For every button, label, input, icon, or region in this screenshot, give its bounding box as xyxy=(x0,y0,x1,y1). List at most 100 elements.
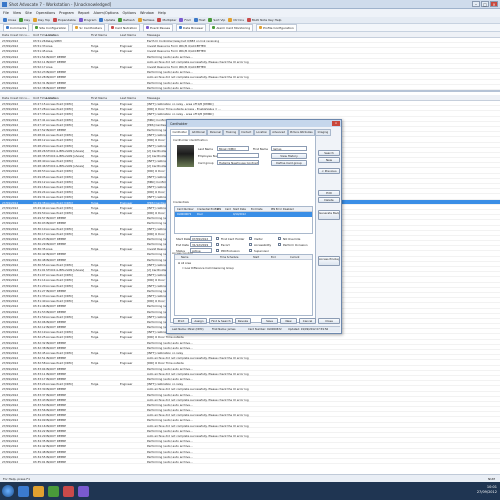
toolbar-host[interactable]: Host xyxy=(193,18,205,22)
toolbar-tactless[interactable]: Tactless xyxy=(137,18,154,22)
column-header[interactable]: End Date xyxy=(251,208,263,211)
tab-comments[interactable]: Comments xyxy=(3,23,30,32)
tab-card-nutration[interactable]: Card Nutration xyxy=(107,23,141,32)
supervisor-checkbox[interactable] xyxy=(249,249,252,252)
tab-alarm-card-monitoring[interactable]: Alarm Card Monitoring xyxy=(209,23,254,32)
column-header[interactable]: Time Schedule xyxy=(220,256,238,259)
tree-item-all-area[interactable]: ⊟ All Area xyxy=(178,262,191,265)
column-header[interactable]: Message xyxy=(147,33,160,37)
define-cardgroup-button[interactable]: Define Card group xyxy=(271,160,307,166)
maximize-button[interactable]: □ xyxy=(481,1,489,7)
column-header[interactable]: Start Date xyxy=(233,208,246,211)
first-card-checkbox[interactable] xyxy=(216,237,219,240)
column-header[interactable]: First Name xyxy=(91,96,107,100)
start-date-field[interactable]: 07/09/2012 xyxy=(190,236,212,241)
menu-item-window[interactable]: Window xyxy=(140,11,154,15)
revoke-button[interactable]: Revoke xyxy=(235,318,251,324)
find-search-button[interactable]: Find & Search xyxy=(209,318,233,324)
cancel-button[interactable]: Cancel xyxy=(299,318,316,324)
no-override-checkbox[interactable] xyxy=(278,237,281,240)
accessibility-checkbox[interactable] xyxy=(249,243,252,246)
column-header[interactable]: Start xyxy=(253,256,259,259)
column-header[interactable]: Date Creat Occu... xyxy=(2,96,30,100)
system-tray[interactable]: 10:01 27/09/2012 xyxy=(477,485,497,495)
perform-occasion-checkbox[interactable] xyxy=(278,243,281,246)
dialog-close-text-button[interactable]: Close xyxy=(318,318,340,324)
column-header[interactable]: Credential Profile xyxy=(197,208,218,211)
menu-item-view[interactable]: View xyxy=(13,11,21,15)
toolbar-day[interactable]: Day xyxy=(19,18,30,22)
view-history-button[interactable]: View History xyxy=(271,153,307,159)
dialog-close-button[interactable]: × xyxy=(332,121,340,126)
assign-button[interactable]: Assign xyxy=(191,318,207,324)
toolbar-find[interactable]: Find xyxy=(179,18,191,22)
toolbar-day-top[interactable]: Day Top xyxy=(33,18,50,22)
end-date-field[interactable]: 31/12/2019 xyxy=(190,242,212,247)
menu-item-report[interactable]: Report xyxy=(78,11,90,15)
new-button[interactable]: New xyxy=(318,157,340,163)
search-button[interactable]: Search xyxy=(318,150,340,156)
close-button[interactable]: × xyxy=(490,1,498,7)
column-header[interactable]: PIN xyxy=(217,208,221,211)
toolbar-sort-vip[interactable]: Sort Vip xyxy=(208,18,225,22)
explorer-icon[interactable] xyxy=(18,485,29,497)
folder-icon[interactable] xyxy=(33,485,44,497)
table-row[interactable]: 27/09/2012 03:35:01 IN/OUT DEPRE Performing… xyxy=(0,459,500,465)
new-record-button[interactable]: New xyxy=(280,318,297,324)
access-privileges-button[interactable]: Access Privileges xyxy=(318,256,340,266)
visitor-checkbox[interactable] xyxy=(249,237,252,240)
tab-data-browser[interactable]: Data Browser xyxy=(176,23,207,32)
column-header[interactable]: PIN Error Disabled xyxy=(271,208,294,211)
escort-checkbox[interactable] xyxy=(216,243,219,246)
column-header[interactable]: Last Name xyxy=(120,33,136,37)
toolbar-expandable[interactable]: Expandable xyxy=(53,18,76,22)
delete-button[interactable]: Delete xyxy=(318,197,340,203)
generate-badge-button[interactable]: Generate Badge xyxy=(318,210,340,220)
print-button[interactable]: Print xyxy=(173,318,189,324)
minimize-button[interactable]: – xyxy=(472,1,480,7)
toolbar-multiplier[interactable]: Multiplier xyxy=(157,18,176,22)
menu-item-site[interactable]: Site xyxy=(25,11,32,15)
toolbar-ctrl-ins[interactable]: Ctrl Ins xyxy=(228,18,244,22)
table-row[interactable]: 27/09/2012 03:52:38 IN/OUT DEPRE Performing… xyxy=(0,85,500,90)
tree-item-group[interactable]: ☐ Low Difference Commissioning Group xyxy=(182,267,234,270)
first-name-field[interactable]: James xyxy=(271,146,307,151)
cardgroup-select[interactable]: Hallams Newhouse Contractor xyxy=(217,160,259,165)
column-header[interactable]: Current xyxy=(290,256,299,259)
column-header[interactable]: Location xyxy=(46,96,59,100)
column-header[interactable]: Location xyxy=(46,33,59,37)
status-select[interactable]: Active xyxy=(190,248,212,253)
column-header[interactable]: End xyxy=(271,256,276,259)
app-icon[interactable] xyxy=(63,485,74,497)
start-button[interactable] xyxy=(2,485,14,497)
save-button[interactable]: Save xyxy=(261,318,278,324)
last-name-field[interactable]: Mirek (DMC) xyxy=(217,146,249,151)
column-header[interactable]: Card xyxy=(225,208,231,211)
media-icon[interactable] xyxy=(48,485,59,497)
table-row[interactable]: 0x0000672 Door 9/19/2012 xyxy=(175,212,312,217)
toolbar-program[interactable]: Program xyxy=(78,18,96,22)
tab-profile-configuration[interactable]: Profile Configuration xyxy=(256,23,297,32)
column-header[interactable]: First Name xyxy=(91,33,107,37)
menu-item-help[interactable]: Help xyxy=(158,11,166,15)
menu-item-program[interactable]: Program xyxy=(59,11,74,15)
employee-field[interactable] xyxy=(217,153,259,158)
dialog-tab-imaging[interactable]: Imaging xyxy=(315,129,331,136)
tab-event-pauses[interactable]: Event Pauses xyxy=(143,23,174,32)
tab-sc-cardholders[interactable]: Sc Cardholders xyxy=(72,23,105,32)
pin-exclusion-checkbox[interactable] xyxy=(216,249,219,252)
toolbar-refresh[interactable]: Refresh xyxy=(118,18,135,22)
previous-button[interactable]: < Previous xyxy=(318,168,340,174)
tab-site-configuration[interactable]: Site Configuration xyxy=(32,23,70,32)
menu-item-alarm-options[interactable]: Alarm/Options xyxy=(94,11,119,15)
toolbar-multi-note-key-help[interactable]: Multi Note Key Help xyxy=(246,18,281,22)
column-header[interactable]: Date Creat Occu... xyxy=(2,33,30,37)
column-header[interactable]: Message xyxy=(147,96,160,100)
app2-icon[interactable] xyxy=(78,485,89,497)
menu-item-options[interactable]: Options xyxy=(123,11,137,15)
column-header[interactable]: Card Number xyxy=(177,208,194,211)
toolbar-close[interactable]: Close xyxy=(3,18,16,22)
column-header[interactable]: Last Name xyxy=(120,96,136,100)
toolbar-update[interactable]: Update xyxy=(99,18,115,22)
column-header[interactable]: Name xyxy=(181,256,188,259)
